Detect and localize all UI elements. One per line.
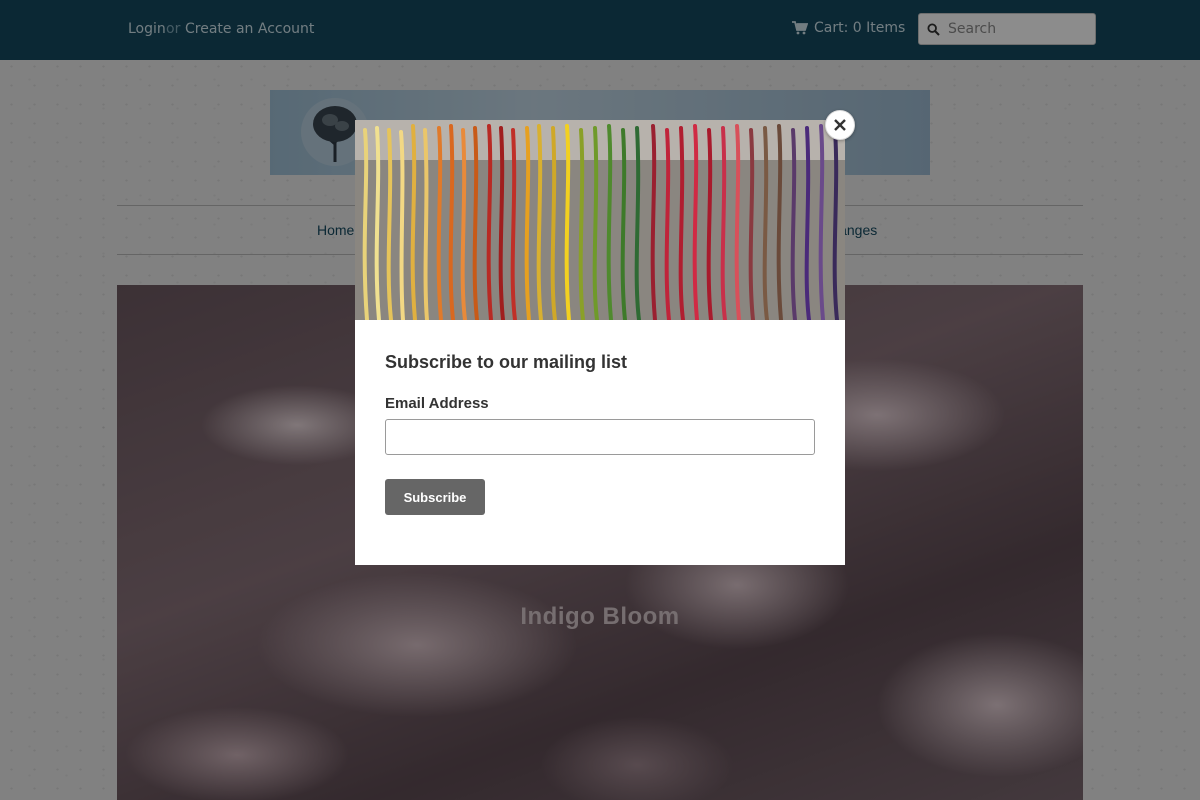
email-field[interactable] (385, 419, 815, 455)
subscribe-modal: Subscribe to our mailing list Email Addr… (355, 120, 845, 565)
email-label: Email Address (385, 395, 489, 412)
subscribe-button[interactable]: Subscribe (385, 479, 485, 515)
yarn-banner-image (355, 120, 845, 320)
modal-heading: Subscribe to our mailing list (385, 352, 628, 372)
close-icon (834, 119, 846, 131)
close-button[interactable] (825, 110, 855, 140)
